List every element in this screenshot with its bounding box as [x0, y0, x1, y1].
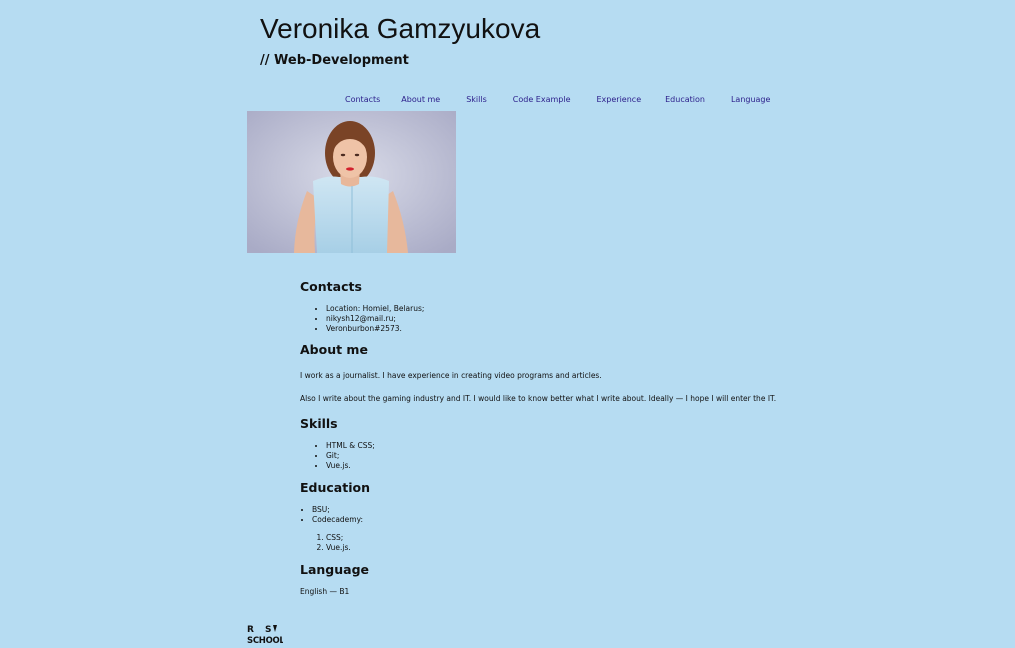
language-text: English — B1	[300, 587, 350, 596]
svg-text:SCHOOL: SCHOOL	[247, 636, 283, 645]
course-item: Vue.js.	[326, 543, 351, 553]
nav-link-code-example[interactable]: Code Example	[513, 94, 571, 106]
svg-text:R: R	[247, 625, 254, 635]
nav-link-contacts[interactable]: Contacts	[345, 94, 380, 106]
education-heading: Education	[300, 480, 370, 495]
course-item: CSS;	[326, 533, 351, 543]
nav-link-experience[interactable]: Experience	[597, 94, 642, 106]
contact-location: Location: Homiel, Belarus;	[326, 304, 424, 314]
page-subtitle: // Web-Development	[260, 53, 409, 68]
skills-heading: Skills	[300, 416, 338, 431]
nav-link-education[interactable]: Education	[665, 94, 705, 106]
about-paragraph: Also I write about the gaming industry a…	[300, 394, 777, 403]
about-paragraph: I work as a journalist. I have experienc…	[300, 371, 602, 380]
nav-link-language[interactable]: Language	[731, 94, 770, 106]
main-nav: Contacts About me Skills Code Example Ex…	[345, 87, 770, 106]
contact-email: nikysh12@mail.ru;	[326, 314, 424, 324]
skill-item: Git;	[326, 451, 375, 461]
education-item: Codecademy:	[312, 515, 363, 525]
language-heading: Language	[300, 562, 370, 577]
skill-item: HTML & CSS;	[326, 441, 375, 451]
education-list: BSU; Codecademy:	[300, 505, 363, 525]
contacts-heading: Contacts	[300, 279, 362, 294]
about-heading: About me	[300, 342, 368, 357]
nav-link-about[interactable]: About me	[401, 94, 440, 106]
contact-discord: Veronburbon#2573.	[326, 324, 424, 334]
profile-photo	[247, 111, 456, 253]
rs-school-logo[interactable]: R S SCHOOL	[247, 623, 283, 645]
skills-list: HTML & CSS; Git; Vue.js.	[314, 441, 375, 471]
skill-item: Vue.js.	[326, 461, 375, 471]
nav-link-skills[interactable]: Skills	[466, 94, 487, 106]
education-item: BSU;	[312, 505, 363, 515]
contacts-list: Location: Homiel, Belarus; nikysh12@mail…	[314, 304, 424, 334]
svg-text:S: S	[265, 625, 271, 635]
courses-list: CSS; Vue.js.	[314, 533, 351, 553]
page-title: Veronika Gamzyukova	[260, 13, 541, 44]
